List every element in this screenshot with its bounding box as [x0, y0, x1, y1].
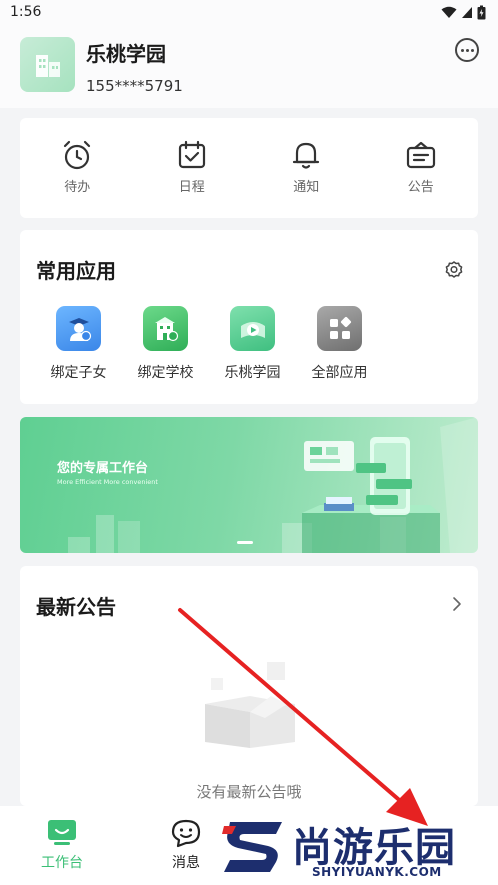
chevron-right-icon[interactable] — [452, 596, 462, 612]
battery-icon — [477, 5, 486, 20]
more-options-icon[interactable] — [455, 38, 479, 62]
app-label: 乐桃学园 — [224, 365, 281, 381]
quick-action-label: 日程 — [178, 180, 205, 195]
app-bind-school[interactable]: 绑定学校 — [122, 306, 209, 382]
banner-title: 您的专属工作台 — [57, 461, 149, 476]
student-link-icon — [56, 306, 101, 351]
bell-icon — [293, 142, 320, 169]
app-label: 绑定学校 — [137, 365, 194, 381]
tab-label: 消息 — [172, 855, 200, 871]
tab-label: 工作台 — [41, 855, 83, 871]
app-label: 全部应用 — [311, 365, 368, 381]
tab-messages[interactable]: 消息 — [162, 806, 210, 885]
status-bar: 1:56 — [0, 0, 498, 26]
app-bind-child[interactable]: 绑定子女 — [35, 306, 122, 382]
announcement-icon — [406, 141, 435, 169]
notice-title: 最新公告 — [36, 595, 116, 619]
app-label: 绑定子女 — [50, 365, 107, 381]
play-icon — [230, 306, 275, 351]
quick-action-announcement[interactable]: 公告 — [364, 118, 479, 218]
org-logo[interactable] — [20, 37, 75, 92]
workbench-banner[interactable]: 您的专属工作台 More Efficient More convenient — [20, 417, 478, 553]
school-link-icon — [143, 306, 188, 351]
quick-action-schedule[interactable]: 日程 — [135, 118, 250, 218]
watermark-url: SHYIYUANYK.COM — [312, 865, 442, 879]
site-watermark: 尚游乐园 SHYIYUANYK.COM — [218, 812, 498, 885]
common-apps-title: 常用应用 — [36, 259, 116, 283]
workbench-icon — [48, 820, 76, 845]
wifi-icon — [441, 6, 457, 18]
status-time: 1:56 — [10, 4, 42, 20]
user-phone: 155****5791 — [86, 77, 183, 95]
latest-notice-card: 最新公告 没有最新公告哦 — [20, 566, 478, 806]
org-name: 乐桃学园 — [86, 42, 166, 66]
banner-subtitle: More Efficient More convenient — [57, 478, 158, 486]
calendar-check-icon — [178, 140, 205, 169]
grid-icon — [317, 306, 362, 351]
tab-workbench[interactable]: 工作台 — [36, 806, 88, 885]
app-all-apps[interactable]: 全部应用 — [296, 306, 383, 382]
status-icons — [441, 5, 486, 20]
message-icon — [171, 819, 201, 848]
quick-action-todo[interactable]: 待办 — [20, 118, 135, 218]
empty-box-icon — [205, 662, 295, 748]
quick-action-notification[interactable]: 通知 — [249, 118, 364, 218]
app-row: 绑定子女 绑定学校 乐桃学园 全部应用 — [20, 306, 400, 382]
quick-action-label: 待办 — [64, 180, 91, 195]
header: 乐桃学园 155****5791 — [0, 26, 498, 108]
common-apps-card: 常用应用 绑定子女 绑定学校 乐桃学园 全部应用 — [20, 230, 478, 404]
signal-icon — [462, 7, 472, 18]
empty-notice-text: 没有最新公告哦 — [196, 783, 302, 801]
gear-icon[interactable] — [444, 260, 464, 280]
quick-actions-card: 待办 日程 通知 公告 — [20, 118, 478, 218]
banner-page-indicator — [237, 541, 253, 544]
alarm-clock-icon — [64, 140, 91, 170]
app-letao[interactable]: 乐桃学园 — [209, 306, 296, 382]
building-icon — [35, 54, 60, 77]
quick-action-label: 公告 — [407, 180, 434, 195]
quick-action-label: 通知 — [293, 180, 320, 195]
watermark-logo — [222, 822, 282, 872]
